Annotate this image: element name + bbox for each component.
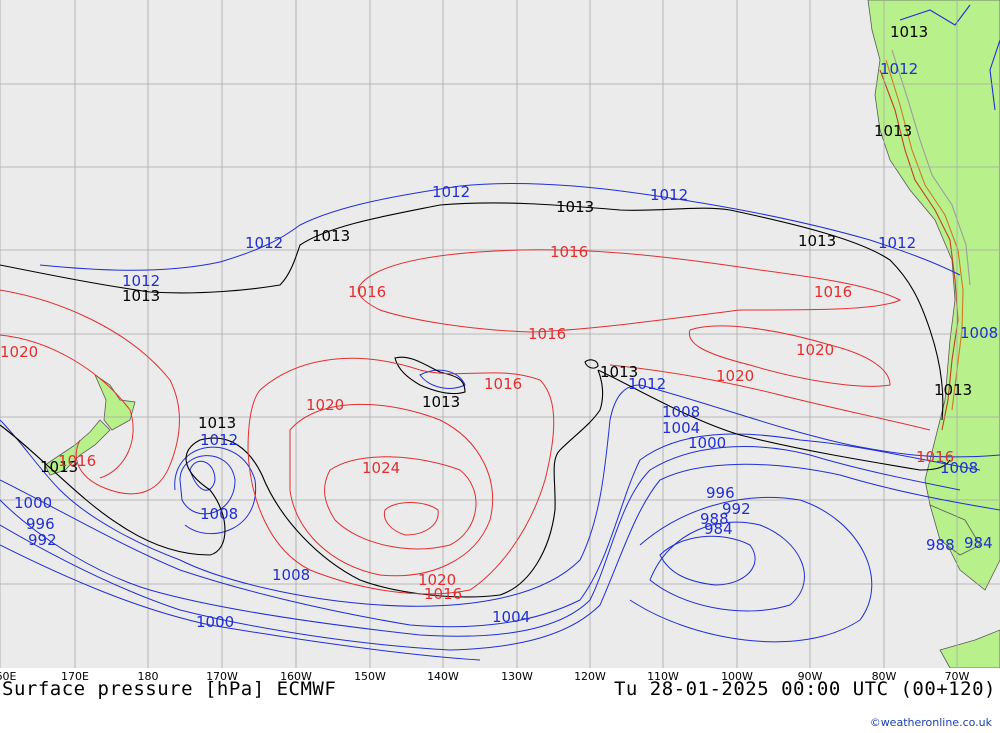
longitude-label: 120W <box>574 670 606 683</box>
isobar-label: 1016 <box>484 375 522 393</box>
longitude-label: 150W <box>354 670 386 683</box>
isobar-label: 1016 <box>916 448 954 466</box>
isobar-label: 1012 <box>650 186 688 204</box>
isobar-label: 1000 <box>196 613 234 631</box>
isobar-label: 1012 <box>200 431 238 449</box>
isobar-label: 1013 <box>890 23 928 41</box>
longitude-label: 130W <box>501 670 533 683</box>
isobar-label: 988 <box>926 536 955 554</box>
isobar-label: 1000 <box>14 494 52 512</box>
isobar-label: 1013 <box>934 381 972 399</box>
isobar-label: 992 <box>28 531 57 549</box>
isobar-label: 1016 <box>424 585 462 603</box>
isobar-label: 1016 <box>528 325 566 343</box>
isobar-label: 1016 <box>814 283 852 301</box>
isobar-label: 1013 <box>312 227 350 245</box>
isobar-label: 1008 <box>272 566 310 584</box>
isobar-label: 1024 <box>362 459 400 477</box>
isobar-label: 1013 <box>600 363 638 381</box>
isobar-label: 1016 <box>348 283 386 301</box>
isobar-label: 1013 <box>798 232 836 250</box>
isobar-label: 1013 <box>422 393 460 411</box>
isobar-label: 1020 <box>716 367 754 385</box>
map-title: Surface pressure [hPa] ECMWF <box>2 678 337 700</box>
pressure-map: 1012 1012 1012 1012 1012 1012 1012 1012 … <box>0 0 1000 669</box>
isobar-label: 1004 <box>492 608 530 626</box>
isobar-label: 1013 <box>122 287 160 305</box>
isobar-label: 1020 <box>0 343 38 361</box>
isobar-label: 984 <box>704 520 733 538</box>
isobar-label: 1012 <box>432 183 470 201</box>
isobar-label: 1013 <box>556 198 594 216</box>
isobar-label: 1012 <box>245 234 283 252</box>
isobar-label: 1020 <box>796 341 834 359</box>
valid-time: Tu 28-01-2025 00:00 UTC (00+120) <box>613 678 996 700</box>
isobar-label: 1000 <box>688 434 726 452</box>
isobar-label: 1013 <box>198 414 236 432</box>
isobar-label: 1020 <box>306 396 344 414</box>
isobar-label: 1016 <box>550 243 588 261</box>
map-canvas: 1012 1012 1012 1012 1012 1012 1012 1012 … <box>0 0 1000 669</box>
isobar-label: 984 <box>964 534 993 552</box>
isobar-label: 1016 <box>58 452 96 470</box>
isobar-label: 1008 <box>200 505 238 523</box>
isobar-label: 1012 <box>878 234 916 252</box>
isobar-label: 1008 <box>960 324 998 342</box>
longitude-label: 140W <box>427 670 459 683</box>
isobar-label: 1013 <box>874 122 912 140</box>
isobar-label: 1012 <box>880 60 918 78</box>
credit-link[interactable]: ©weatheronline.co.uk <box>870 716 992 729</box>
